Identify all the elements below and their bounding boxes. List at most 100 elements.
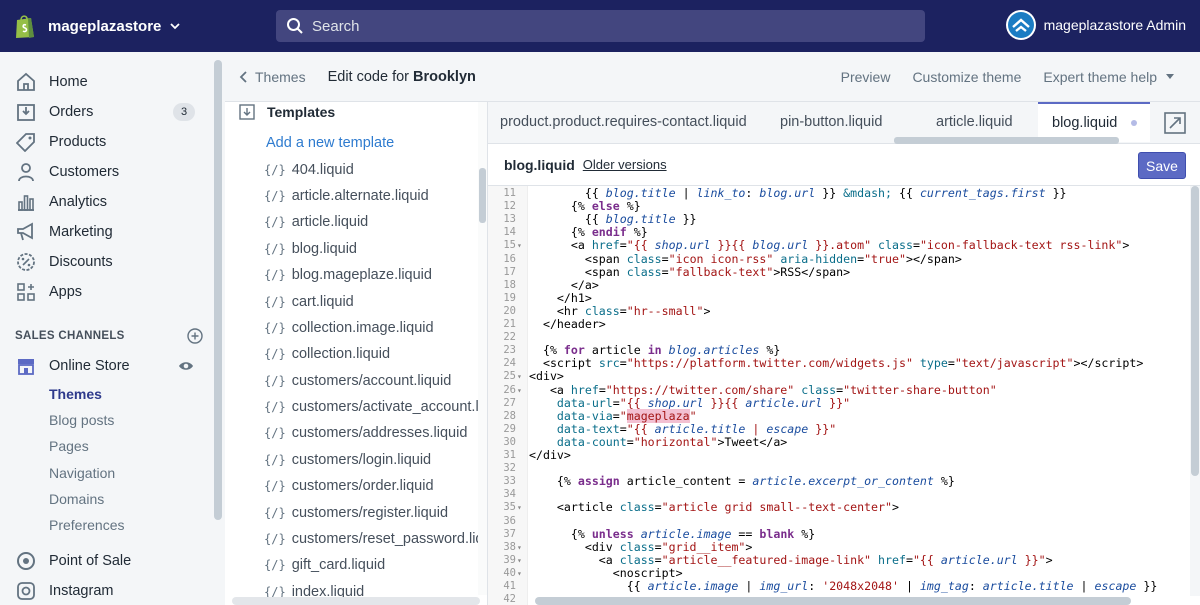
liquid-file-icon: {/}	[264, 320, 286, 335]
save-button[interactable]: Save	[1138, 152, 1186, 179]
editor-scroll-thumb[interactable]	[1191, 186, 1199, 476]
file-tree-hscrollbar[interactable]	[232, 597, 480, 605]
templates-folder[interactable]: Templates	[225, 104, 487, 120]
tab-pin-button[interactable]: pin-button.liquid	[756, 102, 906, 142]
tree-file-item[interactable]: {/} customers/addresses.liquid	[225, 420, 487, 446]
tree-file-item[interactable]: {/} customers/register.liquid	[225, 499, 487, 525]
tree-file-item[interactable]: {/} blog.liquid	[225, 236, 487, 262]
older-versions-link[interactable]: Older versions	[583, 157, 667, 172]
editor-hscrollbar[interactable]	[535, 597, 1131, 605]
add-new-template-link[interactable]: Add a new template	[225, 130, 487, 156]
code-line: 24 <script src="https://platform.twitter…	[503, 356, 1144, 371]
sidebar-item-instagram[interactable]: Instagram	[0, 576, 225, 605]
tree-file-item[interactable]: {/} blog.mageplaze.liquid	[225, 262, 487, 288]
tree-file-name: customers/activate_account.liquid	[291, 399, 488, 416]
tree-file-item[interactable]: {/} customers/reset_password.liquid	[225, 526, 487, 552]
tree-file-item[interactable]: {/} customers/account.liquid	[225, 368, 487, 394]
sidebar-item-orders[interactable]: Orders 3	[0, 97, 225, 127]
sidebar-item-analytics[interactable]: Analytics	[0, 187, 225, 217]
sidebar-item-customers[interactable]: Customers	[0, 157, 225, 187]
tree-file-item[interactable]: {/} customers/activate_account.liquid	[225, 394, 487, 420]
sidebar-subitem-preferences[interactable]: Preferences	[0, 512, 225, 538]
sidebar-subitem-pages[interactable]: Pages	[0, 433, 225, 459]
admin-name: mageplazastore Admin	[1043, 17, 1186, 33]
tree-file-name: gift_card.liquid	[291, 557, 386, 574]
tree-file-item[interactable]: {/} article.liquid	[225, 209, 487, 235]
tree-file-name: blog.mageplaze.liquid	[291, 267, 432, 284]
tabs-scrollbar[interactable]	[894, 137, 1119, 144]
chevron-down-icon	[170, 23, 181, 30]
expert-help-menu[interactable]: Expert theme help	[1043, 69, 1174, 85]
account-menu[interactable]: mageplazastore Admin	[1005, 10, 1186, 40]
sidebar-item-marketing[interactable]: Marketing	[0, 217, 225, 247]
expand-icon[interactable]	[1162, 110, 1188, 136]
add-channel-icon[interactable]	[187, 328, 203, 344]
sidebar-item-apps[interactable]: Apps	[0, 277, 225, 307]
sidebar-subitem-blog-posts[interactable]: Blog posts	[0, 407, 225, 433]
instagram-icon	[15, 580, 37, 602]
tree-file-item[interactable]: {/} collection.image.liquid	[225, 315, 487, 341]
megaphone-icon	[15, 221, 37, 243]
search-input[interactable]: Search	[276, 10, 925, 42]
code-line: 17 <span class="fallback-text">RSS</span…	[503, 264, 851, 279]
store-avatar-icon	[1007, 12, 1034, 38]
folder-down-icon	[239, 104, 255, 120]
tree-file-item[interactable]: {/} collection.liquid	[225, 341, 487, 367]
code-line: 31 </div>	[503, 448, 571, 462]
tree-file-item[interactable]: {/} 404.liquid	[225, 156, 487, 182]
storefront-icon	[15, 355, 37, 377]
code-line: 21 </header>	[503, 317, 606, 331]
page-title: Edit code for Brooklyn	[327, 68, 476, 85]
sidebar-scrollbar[interactable]	[214, 60, 222, 520]
editor-scrollbar[interactable]	[1190, 186, 1200, 596]
preview-link[interactable]: Preview	[841, 69, 891, 85]
caret-down-icon	[1166, 73, 1174, 79]
bar-chart-icon	[15, 191, 37, 213]
file-tree-scrollbar[interactable]	[478, 102, 487, 595]
liquid-file-icon: {/}	[264, 505, 286, 520]
tree-file-name: customers/login.liquid	[291, 451, 432, 468]
code-line: 37 {% unless article.image == blank %}	[503, 526, 816, 541]
tree-file-item[interactable]: {/} cart.liquid	[225, 288, 487, 314]
sidebar-subitem-domains[interactable]: Domains	[0, 486, 225, 512]
tree-file-item[interactable]: {/} gift_card.liquid	[225, 552, 487, 578]
code-line: 33 {% assign article_content = article.e…	[503, 474, 955, 489]
liquid-file-icon: {/}	[264, 558, 286, 573]
point-of-sale-icon	[15, 550, 37, 572]
sidebar-item-products[interactable]: Products	[0, 127, 225, 157]
orders-count-badge: 3	[173, 103, 195, 121]
file-tree-scroll-thumb[interactable]	[479, 168, 486, 223]
liquid-file-icon: {/}	[264, 268, 286, 283]
avatar	[1005, 10, 1036, 40]
code-line: 16 <span class="icon icon-rss" aria-hidd…	[503, 251, 962, 266]
tab-blog[interactable]: blog.liquid	[1038, 102, 1150, 142]
sidebar-subitem-themes[interactable]: Themes	[0, 381, 225, 407]
sidebar-subitem-navigation[interactable]: Navigation	[0, 460, 225, 486]
code-line: 41 {{ article.image | img_url: '2048x204…	[503, 579, 1158, 593]
editor-header: blog.liquid Older versions Save	[488, 144, 1200, 186]
liquid-file-icon: {/}	[264, 452, 286, 467]
code-line: 30 data-count="horizontal">Tweet</a>	[503, 434, 788, 449]
back-to-themes-link[interactable]: Themes	[239, 69, 306, 85]
tree-file-item[interactable]: {/} customers/login.liquid	[225, 447, 487, 473]
sidebar-item-home[interactable]: Home	[0, 67, 225, 97]
sidebar: Home Orders 3 Products Customers Analyti…	[0, 52, 225, 605]
eye-icon[interactable]	[178, 358, 194, 374]
tree-file-item[interactable]: {/} article.alternate.liquid	[225, 183, 487, 209]
store-switcher[interactable]: mageplazastore	[0, 13, 225, 39]
tab-product-requires-contact[interactable]: product.product.requires-contact.liquid	[488, 102, 756, 142]
tab-article[interactable]: article.liquid	[906, 102, 1038, 142]
sidebar-item-online-store[interactable]: Online Store	[0, 351, 225, 381]
customize-theme-link[interactable]: Customize theme	[912, 69, 1021, 85]
sidebar-item-discounts[interactable]: Discounts	[0, 247, 225, 277]
tree-file-name: article.alternate.liquid	[291, 187, 429, 204]
code-editor[interactable]: 11 {{ blog.title | link_to: blog.url }} …	[488, 186, 1200, 605]
liquid-file-icon: {/}	[264, 162, 286, 177]
tree-file-name: cart.liquid	[291, 293, 354, 310]
code-line: 39 ▾ <a class="article__featured-image-li…	[503, 552, 1053, 567]
discount-icon	[15, 251, 37, 273]
tree-file-item[interactable]: {/} customers/order.liquid	[225, 473, 487, 499]
shopify-bag-icon	[16, 15, 34, 38]
top-bar: mageplazastore Search mageplazastore Adm…	[0, 0, 1200, 52]
sidebar-item-point-of-sale[interactable]: Point of Sale	[0, 546, 225, 576]
